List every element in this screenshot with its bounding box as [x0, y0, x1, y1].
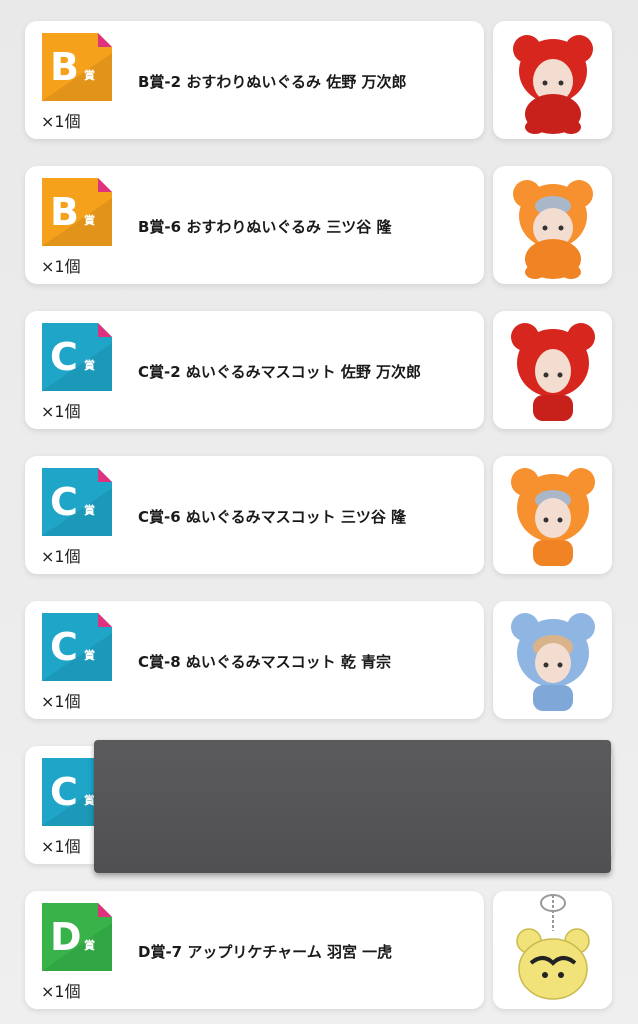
- prize-row[interactable]: C 賞 ×1個 C賞-2 ぬいぐるみマスコット 佐野 万次郎: [25, 311, 612, 429]
- quantity-label: ×1個: [41, 982, 81, 1001]
- prize-card[interactable]: B 賞 ×1個 B賞-2 おすわりぬいぐるみ 佐野 万次郎: [25, 21, 484, 139]
- prize-title: B賞-2 おすわりぬいぐるみ 佐野 万次郎: [138, 73, 407, 91]
- prize-card[interactable]: B 賞 ×1個 B賞-6 おすわりぬいぐるみ 三ツ谷 隆: [25, 166, 484, 284]
- prize-card[interactable]: C 賞 ×1個 C賞-8 ぬいぐるみマスコット 乾 青宗: [25, 601, 484, 719]
- prize-row[interactable]: D 賞 ×1個 D賞-7 アップリケチャーム 羽宮 一虎: [25, 891, 612, 1009]
- quantity-label: ×1個: [41, 547, 81, 566]
- prize-title: C賞-6 ぬいぐるみマスコット 三ツ谷 隆: [138, 508, 407, 526]
- prize-title: B賞-6 おすわりぬいぐるみ 三ツ谷 隆: [138, 218, 392, 236]
- quantity-label: ×1個: [41, 692, 81, 711]
- red-bear-plush-image: [513, 35, 593, 134]
- tier-badge-icon: B 賞: [42, 33, 112, 101]
- prize-card[interactable]: C 賞 ×1個 C賞-2 ぬいぐるみマスコット 佐野 万次郎: [25, 311, 484, 429]
- tier-badge-icon: C 賞: [42, 323, 112, 391]
- redaction-block: [94, 740, 611, 873]
- quantity-label: ×1個: [41, 257, 81, 276]
- orange-bear-plush-image: [513, 180, 593, 279]
- quantity-label: ×1個: [41, 402, 81, 421]
- tier-badge-icon: D 賞: [42, 903, 112, 971]
- yellow-charm-image: [516, 894, 590, 1000]
- prize-thumbnail[interactable]: [493, 21, 612, 139]
- quantity-label: ×1個: [41, 837, 81, 856]
- prize-thumbnail[interactable]: [493, 891, 612, 1009]
- orange-bear-mascot-image: [511, 468, 595, 566]
- red-bear-mascot-image: [511, 323, 595, 421]
- prize-title: D賞-7 アップリケチャーム 羽宮 一虎: [138, 943, 393, 961]
- prize-row[interactable]: C 賞 ×1個 C賞-6 ぬいぐるみマスコット 三ツ谷 隆: [25, 456, 612, 574]
- prize-thumbnail[interactable]: [493, 166, 612, 284]
- prize-row[interactable]: B 賞 ×1個 B賞-6 おすわりぬいぐるみ 三ツ谷 隆: [25, 166, 612, 284]
- prize-title: C賞-2 ぬいぐるみマスコット 佐野 万次郎: [138, 363, 422, 381]
- prize-row[interactable]: C 賞 ×1個 C賞-8 ぬいぐるみマスコット 乾 青宗: [25, 601, 612, 719]
- prize-card[interactable]: D 賞 ×1個 D賞-7 アップリケチャーム 羽宮 一虎: [25, 891, 484, 1009]
- prize-title: C賞-8 ぬいぐるみマスコット 乾 青宗: [138, 653, 392, 671]
- prize-card[interactable]: C 賞 ×1個 C賞-6 ぬいぐるみマスコット 三ツ谷 隆: [25, 456, 484, 574]
- prize-list-page: B 賞 ×1個 B賞-2 おすわりぬいぐるみ 佐野 万次郎 B 賞 ×1個 B賞…: [0, 0, 638, 1024]
- quantity-label: ×1個: [41, 112, 81, 131]
- prize-row[interactable]: B 賞 ×1個 B賞-2 おすわりぬいぐるみ 佐野 万次郎: [25, 21, 612, 139]
- tier-badge-icon: C 賞: [42, 613, 112, 681]
- prize-thumbnail[interactable]: [493, 456, 612, 574]
- tier-badge-icon: C 賞: [42, 468, 112, 536]
- prize-thumbnail[interactable]: [493, 311, 612, 429]
- blue-bear-mascot-image: [511, 613, 595, 711]
- prize-thumbnail[interactable]: [493, 601, 612, 719]
- tier-badge-icon: B 賞: [42, 178, 112, 246]
